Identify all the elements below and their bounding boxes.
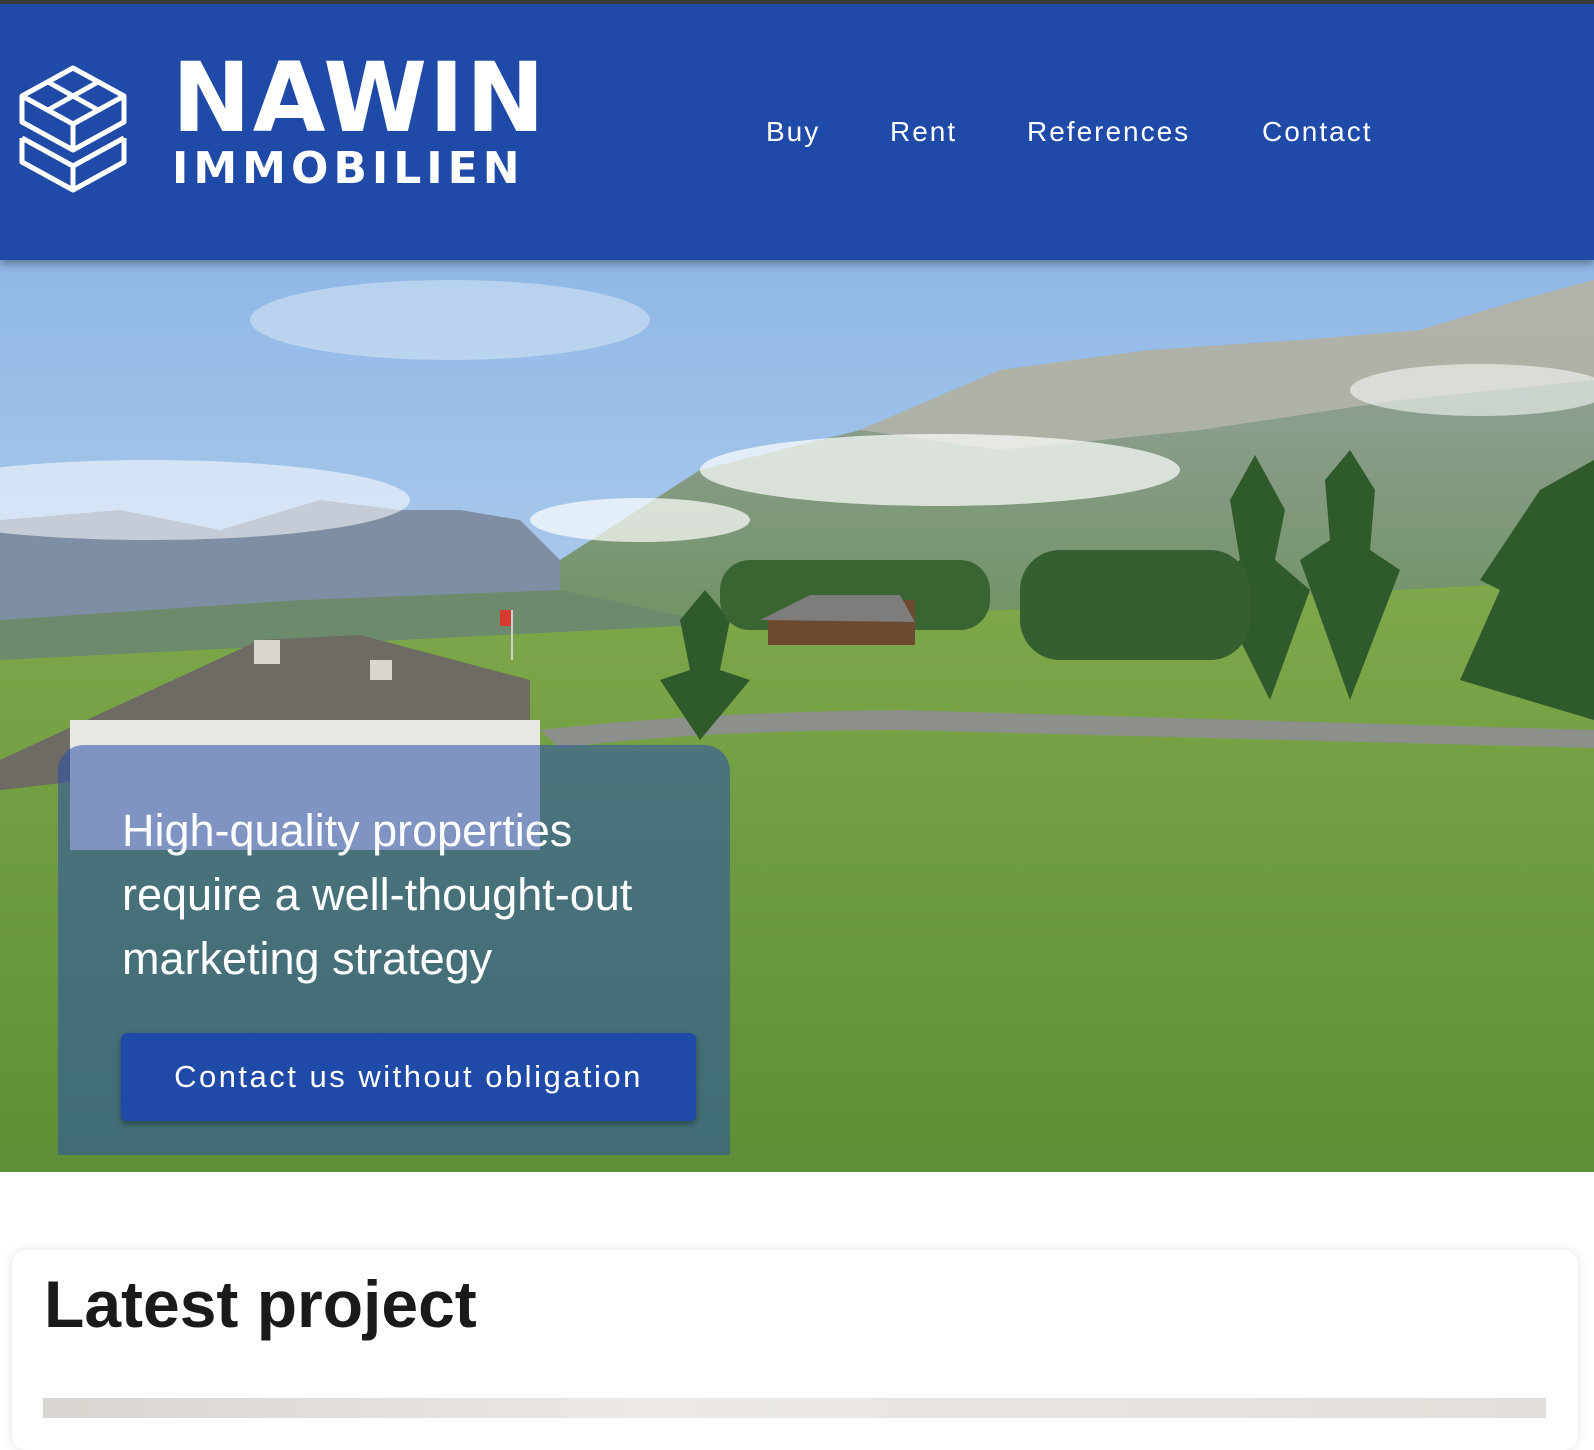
hero-card: High-quality properties require a well-t…	[58, 745, 730, 1155]
contact-cta-button[interactable]: Contact us without obligation	[121, 1033, 696, 1121]
project-image[interactable]	[43, 1398, 1546, 1418]
hero-section: High-quality properties require a well-t…	[0, 260, 1594, 1172]
main-nav: Buy Rent References Contact	[0, 116, 1594, 156]
site-header: NAWIN IMMOBILIEN Buy Rent References Con…	[0, 4, 1594, 260]
latest-project-section: Latest project	[12, 1250, 1578, 1450]
hero-title: High-quality properties require a well-t…	[122, 805, 633, 984]
nav-item-references[interactable]: References	[1027, 116, 1190, 148]
nav-item-contact[interactable]: Contact	[1262, 116, 1373, 148]
nav-item-rent[interactable]: Rent	[890, 116, 957, 148]
nav-item-buy[interactable]: Buy	[766, 116, 820, 148]
latest-project-heading: Latest project	[44, 1267, 477, 1341]
